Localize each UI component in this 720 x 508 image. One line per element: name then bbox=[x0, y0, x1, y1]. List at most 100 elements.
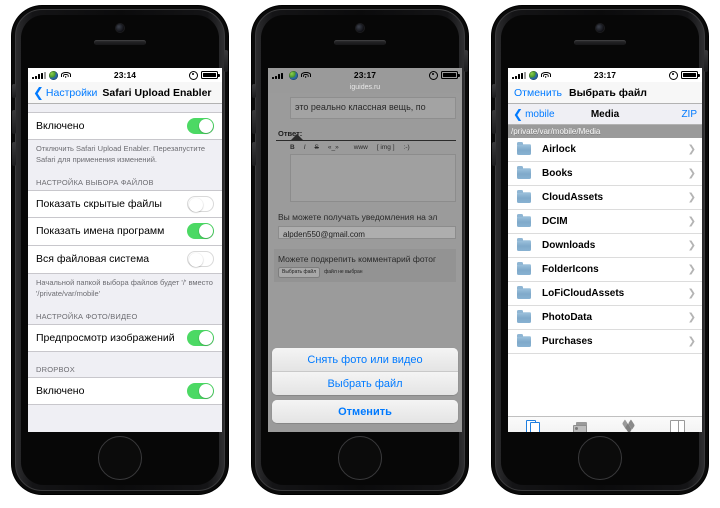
list-item[interactable]: Purchases ❯ bbox=[508, 330, 702, 354]
choose-file-button[interactable]: Выбрать файл bbox=[278, 266, 321, 278]
choose-file-button[interactable]: Выбрать файл bbox=[272, 371, 458, 395]
mute-switch[interactable] bbox=[12, 84, 16, 98]
volume-up-button[interactable] bbox=[492, 110, 496, 134]
toggle-switch[interactable] bbox=[187, 195, 214, 212]
front-camera bbox=[356, 24, 364, 32]
parent-folder-link[interactable]: mobile bbox=[525, 109, 554, 120]
file-icon bbox=[525, 420, 540, 432]
cancel-button[interactable]: Отменить bbox=[514, 87, 562, 99]
image-icon[interactable]: [ img ] bbox=[377, 144, 395, 151]
cancel-button[interactable]: Отменить bbox=[272, 400, 458, 423]
smiley-icon[interactable]: :-) bbox=[404, 144, 410, 151]
reply-textarea[interactable] bbox=[290, 153, 456, 202]
zip-button[interactable]: ZIP bbox=[681, 109, 697, 120]
list-item[interactable]: DCIM ❯ bbox=[508, 210, 702, 234]
toggle-switch[interactable] bbox=[187, 118, 214, 134]
bold-icon[interactable]: B bbox=[290, 144, 295, 151]
list-item[interactable]: Downloads ❯ bbox=[508, 234, 702, 258]
list-item[interactable]: LoFiCloudAssets ❯ bbox=[508, 282, 702, 306]
toggle-switch[interactable] bbox=[187, 329, 214, 346]
setting-row[interactable]: Предпросмотр изображений bbox=[28, 323, 222, 352]
setting-row[interactable]: Показать скрытые файлы bbox=[28, 189, 222, 218]
file-name: Downloads bbox=[542, 240, 596, 251]
tab-dropbox[interactable]: Dropbox bbox=[605, 419, 654, 432]
status-left bbox=[32, 70, 71, 80]
home-button[interactable] bbox=[338, 436, 382, 480]
quote-icon[interactable]: «_» bbox=[328, 144, 339, 151]
chevron-right-icon: ❯ bbox=[687, 312, 696, 323]
folder-icon bbox=[517, 285, 531, 299]
volume-up-button[interactable] bbox=[12, 110, 16, 134]
toggle-switch[interactable] bbox=[187, 382, 214, 399]
volume-down-button[interactable] bbox=[492, 142, 496, 166]
italic-icon[interactable]: I bbox=[304, 144, 306, 151]
location-icon bbox=[669, 70, 678, 80]
power-button[interactable] bbox=[464, 50, 468, 72]
mute-switch[interactable] bbox=[492, 84, 496, 98]
action-sheet-cancel-group: Отменить bbox=[272, 400, 458, 423]
list-item[interactable]: FolderIcons ❯ bbox=[508, 258, 702, 282]
volume-down-button[interactable] bbox=[12, 142, 16, 166]
tab-bar: Файл Фото/Видео Dropbox Закладки bbox=[508, 416, 702, 432]
list-item[interactable]: Airlock ❯ bbox=[508, 138, 702, 162]
setting-label: Предпросмотр изображений bbox=[36, 331, 175, 344]
action-sheet: Снять фото или видео Выбрать файл Отмени… bbox=[272, 348, 458, 428]
strike-icon[interactable]: S bbox=[315, 144, 319, 151]
phone-shell: 23:17 iguides.ru это реально классная ве… bbox=[252, 6, 468, 494]
take-photo-or-video-button[interactable]: Снять фото или видео bbox=[272, 348, 458, 371]
setting-row[interactable]: Вся файловая система bbox=[28, 245, 222, 274]
screen-file-browser: 23:17 Отменить Выбрать файл ❮ mobile Med… bbox=[508, 68, 702, 432]
notify-block: Вы можете получать уведомления на эл alp… bbox=[274, 211, 456, 239]
tab-files[interactable]: Файл bbox=[508, 420, 557, 432]
toggle-switch[interactable] bbox=[187, 251, 214, 268]
battery-icon bbox=[441, 71, 460, 79]
back-button-label[interactable]: Настройки bbox=[46, 87, 98, 99]
home-button[interactable] bbox=[98, 436, 142, 480]
group-header: НАСТРОЙКА ВЫБОРА ФАЙЛОВ bbox=[36, 177, 154, 187]
setting-row[interactable]: Показать имена программ bbox=[28, 217, 222, 246]
status-bar: 23:17 bbox=[508, 68, 702, 82]
mute-switch[interactable] bbox=[252, 84, 256, 98]
location-icon bbox=[189, 70, 198, 80]
phone-shell: 23:14 ❮ Настройки Safari Upload Enabler bbox=[12, 6, 228, 494]
link-icon[interactable]: www bbox=[354, 144, 368, 151]
attachment-text: Можете подкрепить комментарий фотог bbox=[278, 253, 437, 264]
tab-photo-video[interactable]: Фото/Видео bbox=[557, 420, 606, 432]
status-left bbox=[512, 70, 551, 80]
list-item[interactable]: Books ❯ bbox=[508, 162, 702, 186]
email-field[interactable]: alpden550@gmail.com bbox=[278, 225, 456, 239]
file-name: PhotoData bbox=[542, 312, 592, 323]
power-button[interactable] bbox=[224, 50, 228, 72]
earpiece-speaker bbox=[334, 40, 386, 45]
globe-icon bbox=[289, 70, 298, 80]
back-chevron-icon[interactable]: ❮ bbox=[33, 86, 44, 99]
screenshot-stage: 23:14 ❮ Настройки Safari Upload Enabler bbox=[0, 0, 720, 508]
setting-row[interactable]: Включено bbox=[28, 112, 222, 140]
folder-icon bbox=[517, 333, 531, 347]
list-item[interactable]: CloudAssets ❯ bbox=[508, 186, 702, 210]
home-button[interactable] bbox=[578, 436, 622, 480]
file-name: Purchases bbox=[542, 336, 593, 347]
file-name: LoFiCloudAssets bbox=[542, 288, 625, 299]
status-right bbox=[429, 70, 460, 80]
setting-row[interactable]: Включено bbox=[28, 376, 222, 405]
volume-up-button[interactable] bbox=[252, 110, 256, 134]
chevron-right-icon: ❯ bbox=[687, 216, 696, 227]
status-time: 23:17 bbox=[353, 70, 377, 80]
group-header: DROPBOX bbox=[36, 364, 75, 374]
file-name: FolderIcons bbox=[542, 264, 599, 275]
file-name: Books bbox=[542, 168, 573, 179]
folder-icon bbox=[517, 237, 531, 251]
wifi-icon bbox=[60, 71, 71, 79]
volume-down-button[interactable] bbox=[252, 142, 256, 166]
url-bar[interactable]: iguides.ru bbox=[268, 82, 462, 93]
forum-quote: это реально классная вещь, по bbox=[290, 97, 456, 119]
back-chevron-icon[interactable]: ❮ bbox=[513, 107, 523, 121]
path-bar: /private/var/mobile/Media bbox=[508, 125, 702, 138]
toggle-switch[interactable] bbox=[187, 223, 214, 240]
folder-icon bbox=[517, 165, 531, 179]
power-button[interactable] bbox=[704, 50, 708, 72]
list-item[interactable]: PhotoData ❯ bbox=[508, 306, 702, 330]
answer-label: Ответ: bbox=[278, 129, 456, 138]
tab-bookmarks[interactable]: Закладки bbox=[654, 420, 703, 432]
